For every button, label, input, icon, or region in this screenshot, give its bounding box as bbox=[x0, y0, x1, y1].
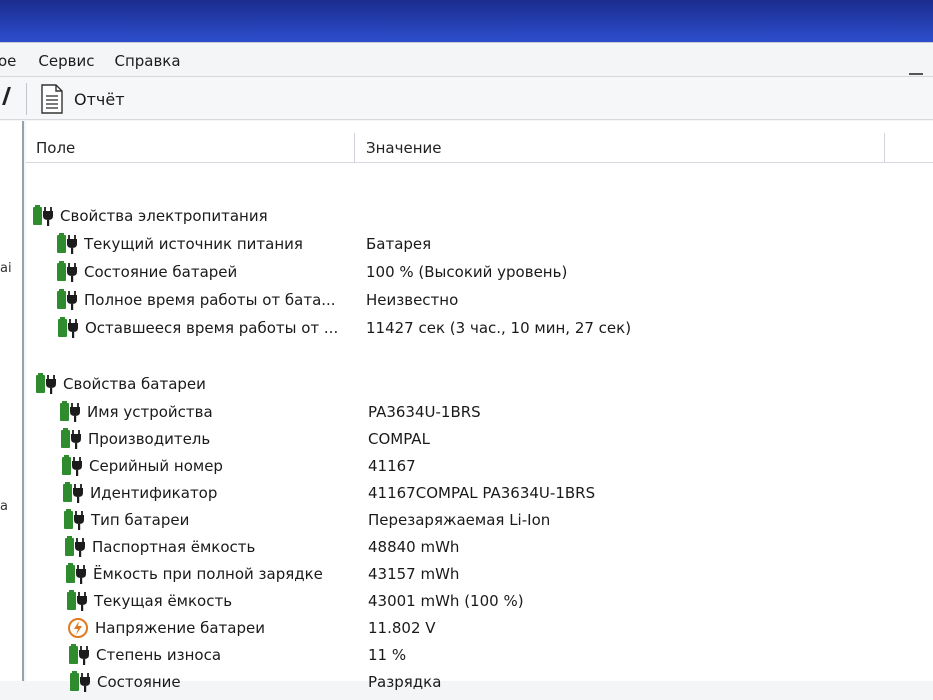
property-row[interactable]: Оставшееся время работы от ... 11427 сек … bbox=[57, 315, 933, 341]
property-value: 11 % bbox=[368, 646, 407, 664]
property-row[interactable]: Ёмкость при полной зарядке 43157 mWh bbox=[65, 561, 933, 587]
menu-item-partial[interactable]: ое bbox=[0, 52, 28, 70]
menu-bar: ое Сервис Справка bbox=[0, 48, 933, 74]
battery-plug-icon bbox=[66, 590, 90, 612]
property-value: COMPAL bbox=[368, 430, 430, 448]
toolbar-separator bbox=[26, 83, 27, 115]
section-title: Свойства электропитания bbox=[60, 207, 268, 225]
property-field: Степень износа bbox=[96, 646, 222, 664]
details-panel: Поле Значение Свойства электропитания Тек… bbox=[26, 121, 933, 692]
property-row[interactable]: Напряжение батареи 11.802 V bbox=[67, 615, 933, 641]
battery-plug-icon bbox=[56, 261, 80, 283]
document-icon bbox=[41, 84, 63, 114]
property-value: 41167COMPAL PA3634U-1BRS bbox=[368, 484, 596, 502]
property-field: Паспортная ёмкость bbox=[92, 538, 256, 556]
property-value: 41167 bbox=[368, 457, 416, 475]
battery-plug-icon bbox=[64, 536, 88, 558]
property-field: Имя устройства bbox=[87, 403, 213, 421]
property-field: Ёмкость при полной зарядке bbox=[93, 565, 323, 583]
property-field: Производитель bbox=[88, 430, 211, 448]
section-header[interactable]: Свойства электропитания bbox=[32, 203, 268, 229]
property-field: Идентификатор bbox=[90, 484, 218, 502]
battery-plug-icon bbox=[65, 563, 89, 585]
battery-plug-icon bbox=[32, 205, 56, 227]
column-divider[interactable] bbox=[884, 133, 885, 163]
navigation-pane[interactable]: ai a bbox=[0, 121, 24, 681]
battery-plug-icon bbox=[69, 671, 93, 693]
battery-plug-icon bbox=[57, 317, 81, 339]
property-value: 48840 mWh bbox=[368, 538, 460, 556]
property-row[interactable]: Степень износа 11 % bbox=[68, 642, 933, 668]
property-value: Неизвестно bbox=[366, 291, 459, 309]
property-row[interactable]: Имя устройства PA3634U-1BRS bbox=[59, 399, 933, 425]
battery-plug-icon bbox=[35, 373, 59, 395]
property-row[interactable]: Полное время работы от бата... Неизвестно bbox=[56, 287, 933, 313]
property-field: Состояние bbox=[97, 673, 181, 691]
column-header: Поле Значение bbox=[26, 133, 933, 163]
property-row[interactable]: Тип батареи Перезаряжаемая Li-Ion bbox=[63, 507, 933, 533]
battery-plug-icon bbox=[59, 401, 83, 423]
property-value: 100 % (Высокий уровень) bbox=[366, 263, 568, 281]
property-value: Батарея bbox=[366, 235, 432, 253]
toolbar-partial-icon[interactable] bbox=[0, 87, 11, 105]
property-row[interactable]: Состояние батарей 100 % (Высокий уровень) bbox=[56, 259, 933, 285]
battery-plug-icon bbox=[62, 482, 86, 504]
report-button[interactable]: Отчёт bbox=[40, 82, 125, 116]
property-field: Серийный номер bbox=[89, 457, 223, 475]
battery-plug-icon bbox=[56, 233, 80, 255]
voltage-icon bbox=[67, 617, 91, 639]
property-value: Разрядка bbox=[368, 673, 442, 691]
property-field: Напряжение батареи bbox=[95, 619, 265, 637]
property-row[interactable]: Серийный номер 41167 bbox=[61, 453, 933, 479]
report-label: Отчёт bbox=[74, 89, 125, 109]
property-row[interactable]: Паспортная ёмкость 48840 mWh bbox=[64, 534, 933, 560]
section-title: Свойства батареи bbox=[63, 375, 206, 393]
property-value: 43001 mWh (100 %) bbox=[368, 592, 524, 610]
property-value: PA3634U-1BRS bbox=[368, 403, 481, 421]
property-row[interactable]: Состояние Разрядка bbox=[69, 669, 933, 695]
property-value: 43157 mWh bbox=[368, 565, 460, 583]
property-field: Тип батареи bbox=[91, 511, 190, 529]
property-row[interactable]: Текущая ёмкость 43001 mWh (100 %) bbox=[66, 588, 933, 614]
property-field: Текущий источник питания bbox=[84, 235, 303, 253]
nav-fragment[interactable]: ai bbox=[0, 261, 12, 276]
toolbar: Отчёт bbox=[0, 76, 933, 120]
property-field: Текущая ёмкость bbox=[94, 592, 233, 610]
battery-plug-icon bbox=[60, 428, 84, 450]
nav-fragment[interactable]: a bbox=[0, 499, 8, 514]
property-row[interactable]: Текущий источник питания Батарея bbox=[56, 231, 933, 257]
property-row[interactable]: Идентификатор 41167COMPAL PA3634U-1BRS bbox=[62, 480, 933, 506]
property-value: 11.802 V bbox=[368, 619, 436, 637]
column-value[interactable]: Значение bbox=[366, 139, 442, 157]
battery-plug-icon bbox=[61, 455, 85, 477]
property-field: Состояние батарей bbox=[84, 263, 238, 281]
property-row[interactable]: Производитель COMPAL bbox=[60, 426, 933, 452]
property-value: Перезаряжаемая Li-Ion bbox=[368, 511, 551, 529]
property-field: Оставшееся время работы от ... bbox=[85, 319, 339, 337]
battery-plug-icon bbox=[56, 289, 80, 311]
column-field[interactable]: Поле bbox=[36, 139, 75, 157]
menu-item-help[interactable]: Справка bbox=[104, 52, 190, 70]
property-value: 11427 сек (3 час., 10 мин, 27 сек) bbox=[366, 319, 632, 337]
menu-item-service[interactable]: Сервис bbox=[28, 52, 104, 70]
property-field: Полное время работы от бата... bbox=[84, 291, 336, 309]
section-header[interactable]: Свойства батареи bbox=[35, 371, 206, 397]
column-divider[interactable] bbox=[354, 133, 355, 163]
battery-plug-icon bbox=[63, 509, 87, 531]
battery-plug-icon bbox=[68, 644, 92, 666]
